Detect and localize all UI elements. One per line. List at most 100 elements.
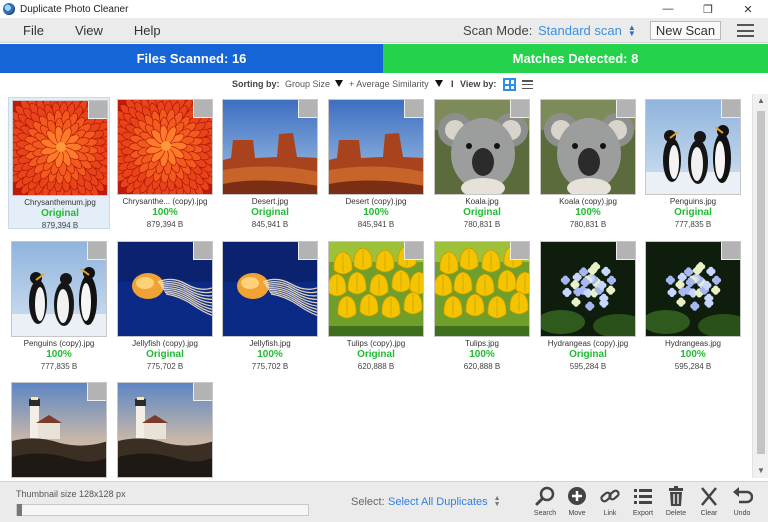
photo-tile[interactable]: Desert.jpg Original 845,941 B (219, 97, 321, 229)
sort-primary-dropdown-icon[interactable] (335, 80, 343, 87)
hamburger-menu-icon[interactable] (737, 24, 754, 37)
photo-tile[interactable]: Penguins.jpg Original 777,835 B (642, 97, 744, 229)
photo-tile[interactable]: Desert (copy).jpg 100% 845,941 B (325, 97, 427, 229)
photo-tile[interactable]: Koala (copy).jpg 100% 780,831 B (537, 97, 639, 229)
photo-tile[interactable]: Tulips.jpg 100% 620,888 B (431, 239, 533, 371)
sort-secondary-dropdown-icon[interactable] (435, 80, 443, 87)
link-button[interactable]: Link (595, 485, 625, 521)
undo-button[interactable]: Undo (727, 485, 757, 521)
photo-tile[interactable]: Koala.jpg Original 780,831 B (431, 97, 533, 229)
photo-tile[interactable] (8, 380, 110, 478)
photo-thumbnail[interactable] (540, 241, 636, 337)
thumbnail-size-slider[interactable] (16, 504, 309, 516)
photo-thumbnail[interactable] (117, 99, 213, 195)
selection-checkbox[interactable] (721, 100, 740, 118)
scroll-down-icon[interactable]: ▼ (753, 464, 768, 478)
photo-match-status: 100% (152, 207, 178, 218)
selection-checkbox[interactable] (510, 100, 529, 118)
photo-tile[interactable]: Hydrangeas (copy).jpg Original 595,284 B (537, 239, 639, 371)
slider-knob[interactable] (17, 504, 22, 516)
export-icon (634, 489, 652, 504)
files-scanned-banner: Files Scanned: 16 (0, 44, 383, 73)
vertical-scrollbar[interactable]: ▲ ▼ (752, 94, 768, 478)
new-scan-button[interactable]: New Scan (650, 21, 721, 40)
photo-thumbnail[interactable] (11, 241, 107, 337)
menu-view[interactable]: View (75, 23, 103, 38)
photo-filename: Penguins.jpg (669, 197, 717, 206)
select-dropdown[interactable]: Select All Duplicates ▲ ▼ (388, 495, 501, 508)
photo-file-size: 879,394 B (146, 220, 184, 229)
selection-checkbox[interactable] (193, 383, 212, 401)
clear-button[interactable]: Clear (694, 485, 724, 521)
scroll-up-icon[interactable]: ▲ (753, 94, 768, 108)
photo-match-status: Original (41, 208, 79, 219)
selection-checkbox[interactable] (298, 242, 317, 260)
photo-thumbnail[interactable] (328, 241, 424, 337)
selection-checkbox[interactable] (88, 101, 107, 119)
scan-mode-label: Scan Mode: (463, 23, 533, 38)
selection-checkbox[interactable] (404, 100, 423, 118)
selection-checkbox[interactable] (510, 242, 529, 260)
scan-mode-dropdown[interactable]: Standard scan ▲ ▼ (538, 23, 636, 38)
selection-checkbox[interactable] (87, 242, 106, 260)
photo-match-status: 100% (680, 349, 706, 360)
updown-arrows-icon: ▲ ▼ (493, 495, 501, 508)
selection-checkbox[interactable] (616, 100, 635, 118)
search-label: Search (533, 510, 557, 517)
link-label: Link (603, 510, 617, 517)
selection-checkbox[interactable] (721, 242, 740, 260)
photo-tile[interactable]: Chrysanthemum.jpg Original 879,394 B (8, 97, 110, 230)
minimize-button[interactable]: — (648, 0, 688, 18)
photo-tile[interactable]: Tulips (copy).jpg Original 620,888 B (325, 239, 427, 371)
photo-thumbnail[interactable] (12, 100, 108, 196)
photo-thumbnail[interactable] (328, 99, 424, 195)
photo-thumbnail[interactable] (645, 241, 741, 337)
selection-checkbox[interactable] (404, 242, 423, 260)
photo-tile[interactable]: Jellyfish.jpg 100% 775,702 B (219, 239, 321, 371)
selection-checkbox[interactable] (87, 383, 106, 401)
photo-tile[interactable]: Chrysanthe... (copy).jpg 100% 879,394 B (114, 97, 216, 229)
sort-secondary[interactable]: + Average Similarity (349, 79, 429, 89)
selection-checkbox[interactable] (298, 100, 317, 118)
sort-primary[interactable]: Group Size (285, 79, 330, 89)
photo-file-size: 775,702 B (251, 362, 289, 371)
photo-tile[interactable]: Jellyfish (copy).jpg Original 775,702 B (114, 239, 216, 371)
grid-view-icon[interactable] (503, 78, 516, 91)
search-button[interactable]: Search (530, 485, 560, 521)
photo-filename: Chrysanthe... (copy).jpg (122, 197, 208, 206)
select-value: Select All Duplicates (388, 496, 488, 508)
close-button[interactable]: ✕ (728, 0, 768, 18)
list-view-icon[interactable] (522, 80, 533, 89)
photo-match-status: Original (357, 349, 395, 360)
photo-tile[interactable] (114, 380, 216, 478)
photo-thumbnail[interactable] (117, 382, 213, 478)
scrollbar-thumb[interactable] (757, 111, 765, 454)
photo-thumbnail[interactable] (645, 99, 741, 195)
menu-help[interactable]: Help (134, 23, 161, 38)
move-label: Move (568, 510, 586, 517)
photo-thumbnail[interactable] (222, 99, 318, 195)
export-button[interactable]: Export (628, 485, 658, 521)
photo-thumbnail[interactable] (434, 241, 530, 337)
delete-label: Delete (665, 510, 687, 517)
selection-checkbox[interactable] (193, 100, 212, 118)
photo-thumbnail[interactable] (117, 241, 213, 337)
maximize-button[interactable]: ❐ (688, 0, 728, 18)
view-by-label: View by: (460, 79, 497, 89)
photo-filename: Desert.jpg (251, 197, 289, 206)
photo-filename: Jellyfish.jpg (249, 339, 291, 348)
photo-tile[interactable]: Hydrangeas.jpg 100% 595,284 B (642, 239, 744, 371)
photo-file-size: 777,835 B (40, 362, 78, 371)
photo-grid: Chrysanthemum.jpg Original 879,394 B Chrysa… (0, 94, 752, 478)
app-logo-icon (3, 3, 15, 15)
delete-button[interactable]: Delete (661, 485, 691, 521)
photo-thumbnail[interactable] (540, 99, 636, 195)
photo-tile[interactable]: Penguins (copy).jpg 100% 777,835 B (8, 239, 110, 371)
photo-thumbnail[interactable] (11, 382, 107, 478)
selection-checkbox[interactable] (193, 242, 212, 260)
selection-checkbox[interactable] (616, 242, 635, 260)
photo-thumbnail[interactable] (222, 241, 318, 337)
menu-file[interactable]: File (23, 23, 44, 38)
photo-thumbnail[interactable] (434, 99, 530, 195)
move-button[interactable]: Move (562, 485, 592, 521)
